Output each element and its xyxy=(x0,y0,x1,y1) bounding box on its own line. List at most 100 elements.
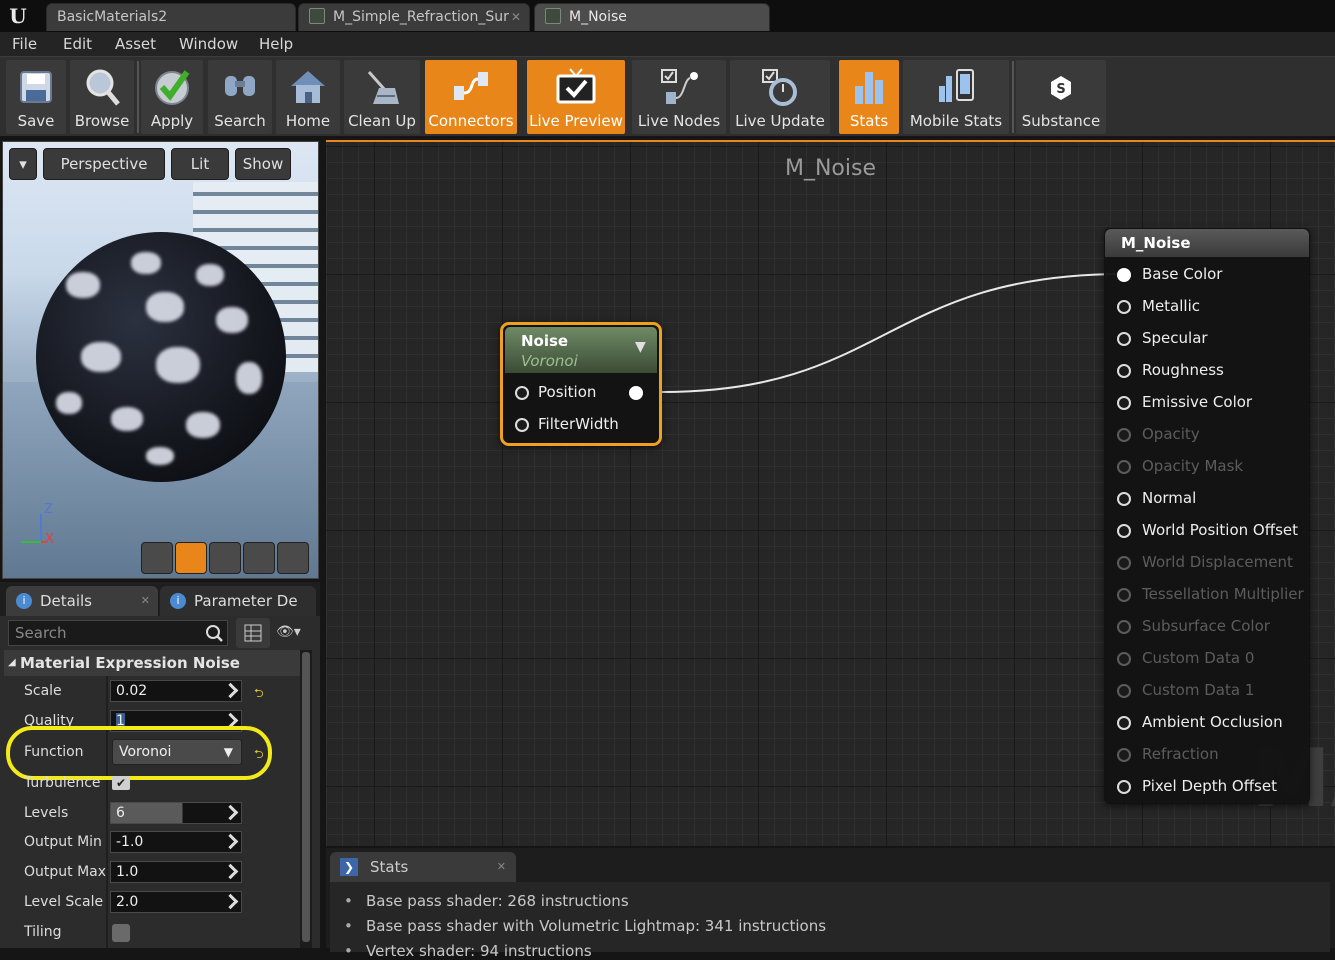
teapot-preview-icon[interactable] xyxy=(277,542,309,574)
collapse-arrow-icon[interactable]: ▼ xyxy=(635,339,646,355)
position-pin-label: Position xyxy=(538,383,597,401)
search-button[interactable]: Search xyxy=(208,60,272,134)
material-input-pin[interactable] xyxy=(1117,748,1131,762)
material-graph-canvas[interactable]: M_Noise MA Noise Voronoi ▼ Position Filt… xyxy=(326,140,1335,846)
lit-button[interactable]: Lit xyxy=(171,148,229,180)
material-input-pin[interactable] xyxy=(1117,332,1131,346)
material-input-pin[interactable] xyxy=(1117,716,1131,730)
material-input-pin[interactable] xyxy=(1117,780,1131,794)
noise-node[interactable]: Noise Voronoi ▼ Position FilterWidth xyxy=(500,322,662,446)
apply-button[interactable]: Apply xyxy=(141,60,203,134)
material-input-pin[interactable] xyxy=(1117,396,1131,410)
live-preview-icon xyxy=(556,68,596,104)
prop-label-output-min: Output Min xyxy=(24,834,102,850)
mobile-stats-button[interactable]: Mobile Stats xyxy=(903,60,1009,134)
home-button[interactable]: Home xyxy=(276,60,340,134)
scale-input[interactable]: 0.02 xyxy=(110,680,242,702)
spin-arrow-icon xyxy=(222,893,239,910)
tab-basicmaterials2[interactable]: BasicMaterials2 xyxy=(46,3,296,31)
filterwidth-input-pin[interactable] xyxy=(515,418,529,432)
live-preview-button[interactable]: Live Preview xyxy=(527,60,625,134)
material-input-pin[interactable] xyxy=(1117,620,1131,634)
menu-file[interactable]: File xyxy=(12,34,37,54)
material-pin-label: Specular xyxy=(1142,329,1208,347)
tab-parameter-defaults[interactable]: i Parameter De xyxy=(160,586,316,616)
tab-stats[interactable]: ❯ Stats ✕ xyxy=(330,852,516,882)
material-input-pin[interactable] xyxy=(1117,460,1131,474)
reset-to-default-icon[interactable]: ⮌ xyxy=(254,684,264,705)
details-tab-bar: i Details ✕ i Parameter De xyxy=(0,582,320,616)
material-pin-label: Custom Data 1 xyxy=(1142,681,1255,699)
property-matrix-button[interactable] xyxy=(236,618,270,648)
material-pin-label: World Position Offset xyxy=(1142,521,1298,539)
tab-details-label: Details xyxy=(40,592,93,610)
viewport-options-button[interactable]: ▾ xyxy=(9,148,37,180)
search-icon xyxy=(206,625,223,642)
material-preview-viewport[interactable]: ▾ Perspective Lit Show Z X xyxy=(2,141,319,579)
output-pin[interactable] xyxy=(629,386,643,400)
material-input-pin[interactable] xyxy=(1117,524,1131,538)
close-icon[interactable]: ✕ xyxy=(511,4,521,30)
live-nodes-button[interactable]: Live Nodes xyxy=(632,60,726,134)
sphere-preview-icon[interactable] xyxy=(175,542,207,574)
prop-label-levels: Levels xyxy=(24,805,69,821)
material-input-pin[interactable] xyxy=(1117,364,1131,378)
substance-button[interactable]: S Substance xyxy=(1016,60,1106,134)
menu-edit[interactable]: Edit xyxy=(63,34,92,54)
apply-icon xyxy=(155,70,190,105)
material-input-pin[interactable] xyxy=(1117,652,1131,666)
live-update-icon xyxy=(762,69,797,106)
save-icon xyxy=(20,71,52,103)
show-label: Show xyxy=(242,155,284,173)
material-result-node[interactable]: M_Noise Base Color Metallic Specular Roughn… xyxy=(1104,228,1310,804)
material-input-pin[interactable] xyxy=(1117,268,1131,282)
connectors-icon xyxy=(454,72,488,100)
close-icon[interactable]: ✕ xyxy=(141,586,150,616)
visibility-eye-icon[interactable]: 👁▾ xyxy=(276,624,314,644)
tab-m-noise[interactable]: M_Noise xyxy=(534,3,770,31)
levels-slider[interactable]: 6 xyxy=(110,802,242,824)
tab-label: BasicMaterials2 xyxy=(57,9,168,25)
tiling-checkbox[interactable] xyxy=(112,924,130,942)
spin-arrow-icon xyxy=(222,804,239,821)
section-material-expression-noise[interactable]: ◢ Material Expression Noise xyxy=(4,650,300,676)
plane-preview-icon[interactable] xyxy=(209,542,241,574)
section-title: Material Expression Noise xyxy=(20,654,240,672)
output-max-input[interactable]: 1.0 xyxy=(110,861,242,883)
level-scale-value: 2.0 xyxy=(116,894,139,910)
mobile-stats-icon xyxy=(939,69,974,102)
save-button[interactable]: Save xyxy=(6,60,66,134)
menu-asset[interactable]: Asset xyxy=(115,34,156,54)
stats-button[interactable]: Stats xyxy=(839,60,899,134)
scrollbar[interactable] xyxy=(300,650,312,948)
search-input[interactable]: Search xyxy=(8,620,228,646)
material-input-pin[interactable] xyxy=(1117,300,1131,314)
material-input-pin[interactable] xyxy=(1117,492,1131,506)
connectors-button[interactable]: Connectors xyxy=(425,60,517,134)
material-input-pin[interactable] xyxy=(1117,588,1131,602)
perspective-button[interactable]: Perspective xyxy=(43,148,165,180)
close-icon[interactable]: ✕ xyxy=(497,852,506,882)
tab-label: M_Noise xyxy=(569,9,627,25)
menu-window[interactable]: Window xyxy=(179,34,238,54)
preview-sphere xyxy=(36,232,286,482)
position-input-pin[interactable] xyxy=(515,386,529,400)
output-min-input[interactable]: -1.0 xyxy=(110,831,242,853)
cube-preview-icon[interactable] xyxy=(243,542,275,574)
unreal-logo-icon[interactable]: U xyxy=(4,3,32,29)
level-scale-input[interactable]: 2.0 xyxy=(110,891,242,913)
tab-m-simple-refraction[interactable]: M_Simple_Refraction_Sur ✕ xyxy=(298,3,530,31)
live-update-button[interactable]: Live Update xyxy=(730,60,830,134)
browse-button[interactable]: Browse xyxy=(70,60,134,134)
material-input-pin[interactable] xyxy=(1117,684,1131,698)
lit-label: Lit xyxy=(190,155,210,173)
tab-details[interactable]: i Details ✕ xyxy=(6,586,158,616)
cylinder-preview-icon[interactable] xyxy=(141,542,173,574)
menu-help[interactable]: Help xyxy=(259,34,293,54)
show-button[interactable]: Show xyxy=(235,148,291,180)
material-input-pin[interactable] xyxy=(1117,556,1131,570)
search-placeholder: Search xyxy=(15,624,67,642)
turbulence-checkbox[interactable]: ✔ xyxy=(112,776,130,790)
clean-up-button[interactable]: Clean Up xyxy=(344,60,420,134)
material-input-pin[interactable] xyxy=(1117,428,1131,442)
